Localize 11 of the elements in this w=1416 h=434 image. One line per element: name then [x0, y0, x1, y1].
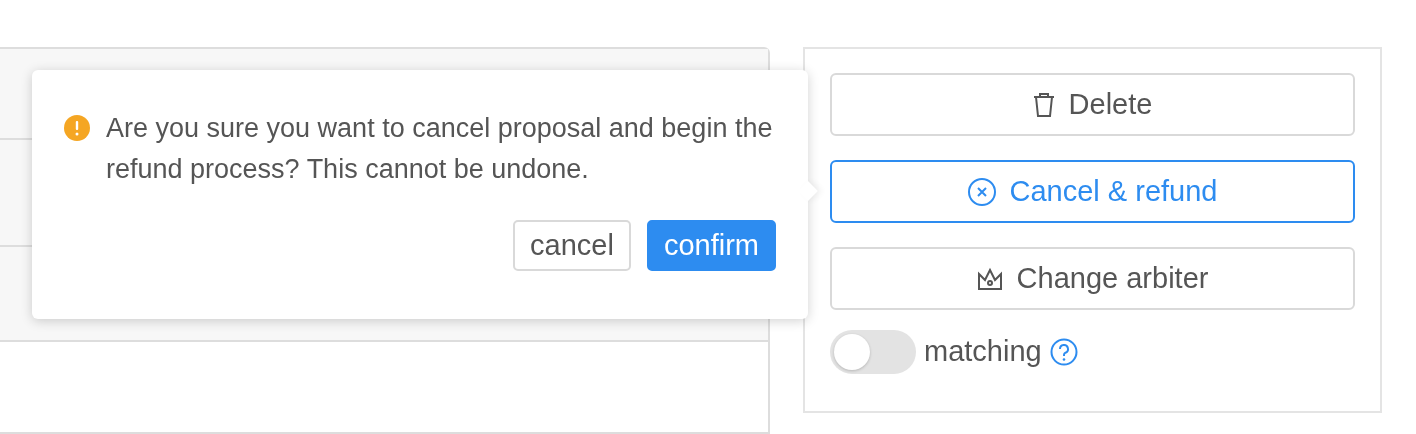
action-button[interactable]: Delete: [830, 73, 1355, 136]
action-button[interactable]: Change arbiter: [830, 247, 1355, 310]
toggle-label: matching: [924, 334, 1042, 370]
trash-icon: [1032, 91, 1055, 118]
toggle-switch[interactable]: [830, 330, 916, 374]
cancel-icon: [967, 177, 996, 206]
crown-icon: [976, 266, 1003, 291]
help-icon[interactable]: [1049, 338, 1078, 366]
confirm-message: Are you sure you want to cancel proposal and begin the refund process? This cannot be undone.: [106, 112, 774, 186]
warning-icon: [64, 115, 90, 141]
cancel-button[interactable]: cancel: [513, 220, 631, 271]
